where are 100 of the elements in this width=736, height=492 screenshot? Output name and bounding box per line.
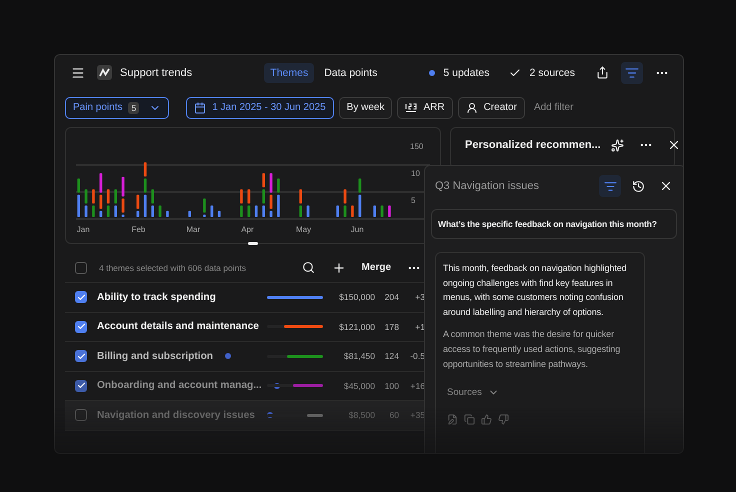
card-title: Personalized recommen... xyxy=(465,139,601,151)
view-tab[interactable]: Data points xyxy=(318,62,384,82)
edit-icon[interactable] xyxy=(447,414,458,426)
question-bubble: What’s the specific feedback on navigation this month? xyxy=(431,209,677,239)
drag-handle[interactable] xyxy=(248,242,258,245)
number-icon xyxy=(405,102,418,112)
theme-name: Onboarding and account manag... xyxy=(97,380,262,392)
calendar-icon xyxy=(194,102,206,114)
amount-cell-text: $81,450 xyxy=(342,351,375,362)
filter-button[interactable]: Pain points 5 xyxy=(65,96,170,118)
theme-name: Ability to track spending xyxy=(97,292,216,303)
axis-label: 5 xyxy=(411,196,416,205)
check-icon xyxy=(76,292,86,302)
chart-bar xyxy=(344,206,346,217)
axis-label: 10 xyxy=(411,169,420,178)
panel-title: Q3 Navigation issues xyxy=(435,180,539,192)
chart-bar xyxy=(254,206,258,217)
view-tab[interactable]: Themes xyxy=(264,62,314,82)
merge-button[interactable]: Merge xyxy=(358,262,395,273)
chart-bar xyxy=(136,194,140,209)
thumbs-down-icon[interactable] xyxy=(498,414,509,426)
chart-bar xyxy=(114,189,117,204)
selection-summary: 4 themes selected with 606 data points xyxy=(99,262,247,272)
chart-bar xyxy=(122,214,124,217)
chart-bar xyxy=(203,198,206,213)
chart-bar xyxy=(144,162,147,176)
change-cell-text: +1 xyxy=(414,322,425,332)
filter-button[interactable]: 1 Jan 2025 - 30 Jun 2025 xyxy=(186,96,334,118)
chart-bar xyxy=(100,194,102,209)
chart-bar xyxy=(122,176,124,196)
checkbox[interactable] xyxy=(75,350,87,362)
chart-bar xyxy=(380,206,384,217)
sources-label: 2 sources xyxy=(529,66,575,78)
filter-icon[interactable] xyxy=(621,62,643,84)
thumbs-up-icon[interactable] xyxy=(481,414,492,426)
chart-bar xyxy=(248,189,250,204)
count-cell-text: 178 xyxy=(384,322,399,332)
check-icon xyxy=(76,381,86,390)
checkbox[interactable] xyxy=(75,262,87,274)
chart-bar xyxy=(248,206,250,217)
status-dot xyxy=(429,70,436,76)
chart-bar xyxy=(106,206,110,217)
chart-bar xyxy=(373,206,376,217)
check-icon xyxy=(76,352,86,361)
chart-bar xyxy=(358,178,362,193)
chart-bar xyxy=(144,178,147,193)
chart-bar xyxy=(114,206,117,217)
chart-bar xyxy=(299,206,302,217)
theme-name: Navigation and discovery issues xyxy=(97,410,255,421)
checkbox[interactable] xyxy=(75,291,87,304)
amount-cell-text: $8,500 xyxy=(348,410,375,420)
chart-bar xyxy=(151,189,154,204)
chart-bar xyxy=(240,206,243,217)
chart-bar xyxy=(336,206,339,217)
filter-button[interactable]: By week xyxy=(338,96,392,118)
chart-bar xyxy=(100,210,102,217)
chart-bar xyxy=(158,206,162,217)
amount-cell-text: $121,000 xyxy=(338,322,375,332)
filter-button[interactable]: Creator xyxy=(458,96,525,118)
chart-bar xyxy=(106,189,110,204)
sources-button[interactable]: Sources xyxy=(443,379,503,406)
checkbox[interactable] xyxy=(75,409,87,422)
answer-paragraph: A common theme was the desire for quicker access to frequently used actions, suggesting opportunities to streamline pathways. xyxy=(443,328,622,371)
axis-label: May xyxy=(296,225,312,234)
chart-bar xyxy=(240,189,243,204)
chart-bar xyxy=(218,210,221,217)
chart-bar xyxy=(92,189,95,204)
chart-bar xyxy=(388,206,391,217)
filter-icon[interactable] xyxy=(599,175,621,197)
chart-bar xyxy=(151,206,154,217)
chart-bar xyxy=(136,210,140,217)
add-filter-link[interactable]: Add filter xyxy=(534,102,574,113)
chart-bar xyxy=(299,189,302,204)
checkbox[interactable] xyxy=(75,380,87,392)
count-cell-text: 60 xyxy=(388,410,399,420)
count-cell-text: 204 xyxy=(384,292,399,302)
chart-bar xyxy=(166,210,169,217)
logo-icon xyxy=(97,65,112,80)
chart-bar xyxy=(262,173,265,188)
copy-icon[interactable] xyxy=(464,414,475,426)
amount-cell-text: $45,000 xyxy=(342,380,375,391)
chart-bar xyxy=(270,194,272,209)
axis-label: Jan xyxy=(76,225,90,234)
chart-bar xyxy=(188,210,191,217)
checkbox[interactable] xyxy=(75,320,87,333)
theme-name: Billing and subscription xyxy=(97,350,214,362)
filter-button[interactable]: ARR xyxy=(397,96,453,118)
page-title: Support trends xyxy=(120,66,192,78)
chart-bar xyxy=(77,178,80,193)
chart-bar xyxy=(92,206,95,217)
answer-paragraph: This month, feedback on navigation highlighted ongoing challenges with find key features in menus, with some customers noting confusion around labelling and hierarchy of options. xyxy=(443,262,628,319)
person-icon xyxy=(466,102,478,114)
axis-label: 150 xyxy=(410,142,424,151)
axis-label: Mar xyxy=(186,225,200,234)
chart-bar xyxy=(84,206,88,217)
updates-label: 5 updates xyxy=(443,66,490,78)
chart-bar xyxy=(77,194,80,217)
chart-bar xyxy=(358,194,362,217)
chart-bar xyxy=(122,198,124,213)
chart-bar xyxy=(262,189,265,204)
